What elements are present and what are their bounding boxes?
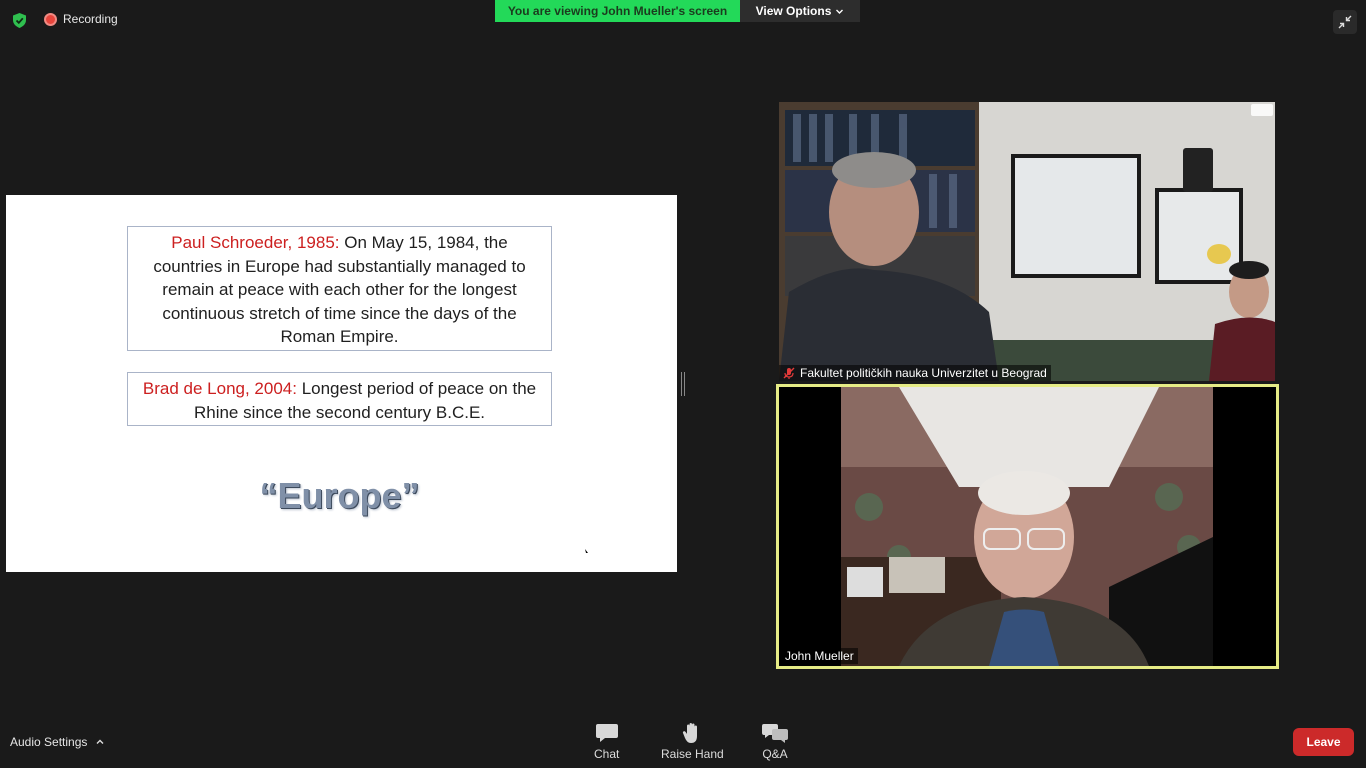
- chat-label: Chat: [594, 747, 620, 761]
- muted-mic-icon: [783, 367, 795, 379]
- qa-label: Q&A: [762, 747, 788, 761]
- mouse-cursor-icon: [585, 549, 588, 553]
- shared-screen-slide: Paul Schroeder, 1985: On May 15, 1984, t…: [6, 195, 677, 572]
- participant-video: [779, 102, 1275, 381]
- shield-check-icon[interactable]: [11, 12, 28, 29]
- video-tile-john-mueller[interactable]: John Mueller: [776, 384, 1279, 669]
- participant-name-tag: Fakultet političkih nauka Univerzitet u …: [779, 365, 1051, 381]
- tile-more-options-button[interactable]: [1251, 104, 1273, 116]
- participant-name: Fakultet političkih nauka Univerzitet u …: [800, 366, 1047, 380]
- video-tile-fakultet[interactable]: Fakultet političkih nauka Univerzitet u …: [779, 102, 1275, 381]
- raise-hand-icon: [683, 723, 698, 743]
- raise-hand-label: Raise Hand: [661, 747, 724, 761]
- quote-author: Brad de Long, 2004:: [142, 379, 297, 398]
- raise-hand-button[interactable]: Raise Hand: [661, 722, 724, 761]
- view-options-label: View Options: [755, 4, 832, 18]
- quote-box-delong: Brad de Long, 2004: Longest period of pe…: [127, 372, 552, 426]
- recording-icon: [44, 12, 57, 26]
- leave-button[interactable]: Leave: [1293, 728, 1354, 756]
- audio-settings-label: Audio Settings: [10, 735, 88, 749]
- slide-heading: “Europe”: [259, 475, 420, 516]
- qa-icon: [762, 724, 788, 743]
- recording-label: Recording: [63, 12, 118, 26]
- top-bar: Recording You are viewing John Mueller's…: [0, 0, 1366, 40]
- participant-name: John Mueller: [785, 649, 854, 663]
- chevron-up-icon: [96, 739, 104, 744]
- exit-fullscreen-icon: [1338, 15, 1352, 29]
- participant-video: [779, 387, 1276, 666]
- chat-icon: [595, 724, 618, 742]
- exit-fullscreen-button[interactable]: [1333, 10, 1357, 34]
- audio-settings-button[interactable]: Audio Settings: [10, 735, 105, 749]
- chat-button[interactable]: Chat: [594, 722, 619, 761]
- quote-author: Paul Schroeder, 1985:: [171, 233, 340, 252]
- quote-box-schroeder: Paul Schroeder, 1985: On May 15, 1984, t…: [127, 226, 552, 351]
- participant-name-tag: John Mueller: [781, 648, 858, 664]
- meeting-toolbar: Audio Settings Chat Raise Hand Q&A Leave: [0, 712, 1366, 768]
- qa-button[interactable]: Q&A: [762, 722, 788, 761]
- recording-indicator[interactable]: Recording: [44, 12, 118, 26]
- chevron-down-icon: [836, 9, 844, 14]
- viewing-screen-banner: You are viewing John Mueller's screen: [495, 0, 740, 22]
- split-view-handle[interactable]: [681, 372, 685, 396]
- view-options-button[interactable]: View Options: [740, 0, 860, 22]
